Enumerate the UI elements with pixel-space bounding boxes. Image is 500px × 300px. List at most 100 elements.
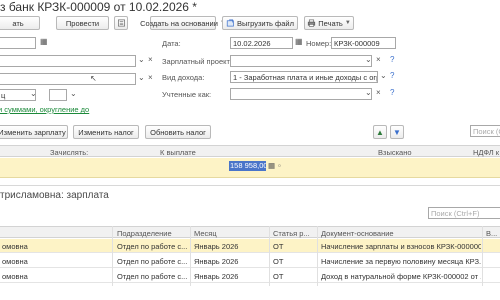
article-cell: ОТ xyxy=(273,242,284,251)
column-header-ndfl[interactable]: НДФЛ к xyxy=(473,148,499,157)
chevron-down-icon[interactable]: ⌄ xyxy=(138,73,145,83)
help-icon[interactable]: ? xyxy=(390,71,394,80)
article-cell: ОТ xyxy=(273,257,284,266)
date-field[interactable]: 10.02.2026 xyxy=(230,37,293,49)
export-file-button[interactable]: Выгрузить файл xyxy=(222,16,298,30)
update-tax-button[interactable]: Обновить налог xyxy=(145,125,211,139)
counted-as-field[interactable] xyxy=(230,88,372,100)
column-header-month[interactable]: Месяц xyxy=(194,229,217,238)
employee-cell: омовна xyxy=(2,242,28,251)
post-label: Провести xyxy=(65,18,100,28)
column-header-to-pay[interactable]: К выплате xyxy=(160,148,196,157)
table-row[interactable]: омовна Отдел по работе с... Январь 2026 … xyxy=(0,239,500,253)
department-cell: Отдел по работе с... xyxy=(117,272,188,281)
calculator-icon[interactable]: ▦ xyxy=(268,161,275,171)
chevron-down-icon[interactable]: ⌄ xyxy=(365,88,372,98)
clear-icon[interactable]: × xyxy=(376,88,381,98)
change-salary-label: Изменить зарплату xyxy=(0,127,66,137)
column-divider xyxy=(482,226,483,286)
month-cell: Январь 2026 xyxy=(194,257,239,266)
change-salary-button[interactable]: Изменить зарплату xyxy=(0,125,68,139)
department-cell: Отдел по работе с... xyxy=(117,242,188,251)
printer-icon xyxy=(308,19,316,27)
main-table-header: Зачислять: К выплате Взыскано НДФЛ к xyxy=(0,145,500,157)
details-table-header: Подразделение Месяц Статья р... Документ… xyxy=(0,226,500,238)
income-type-label: Вид дохода: xyxy=(162,73,205,82)
income-type-field[interactable]: 1 - Заработная плата и иные доходы с огр… xyxy=(230,71,378,83)
table-row[interactable]: омовна Отдел по работе с... Январь 2026 … xyxy=(0,269,500,283)
date-label: Дата: xyxy=(162,39,181,48)
clear-icon[interactable]: × xyxy=(148,73,153,83)
document-cell: Доход в натуральной форме КРЗК-000002 от… xyxy=(321,272,481,281)
open-icon[interactable]: ▫ xyxy=(278,161,281,171)
change-tax-button[interactable]: Изменить налог xyxy=(73,125,139,139)
column-header-collected[interactable]: Взыскано xyxy=(378,148,412,157)
bank-account-field[interactable] xyxy=(0,55,136,67)
move-down-button[interactable]: ▼ xyxy=(390,125,404,139)
number-field[interactable]: КРЗК-000009 xyxy=(331,37,396,49)
column-header-department[interactable]: Подразделение xyxy=(117,229,172,238)
salary-project-field[interactable] xyxy=(230,55,372,67)
column-divider xyxy=(269,226,270,286)
clear-icon[interactable]: × xyxy=(376,55,381,65)
column-divider xyxy=(112,226,113,286)
month-cell: Январь 2026 xyxy=(194,272,239,281)
arrow-down-icon: ▼ xyxy=(393,127,401,137)
rounding-field[interactable] xyxy=(49,89,67,101)
details-search-placeholder: Поиск (Ctrl+F) xyxy=(431,208,480,218)
create-based-on-button[interactable]: Создать на основании ▼ xyxy=(140,16,226,30)
chevron-down-icon[interactable]: ⌄ xyxy=(30,89,37,99)
create-based-on-label: Создать на основании xyxy=(140,18,218,28)
period-value: ц xyxy=(1,90,6,100)
column-header-v[interactable]: В... xyxy=(486,229,497,238)
clear-icon[interactable]: × xyxy=(148,55,153,65)
department-cell: Отдел по работе с... xyxy=(117,257,188,266)
month-cell: Январь 2026 xyxy=(194,242,239,251)
main-table-row[interactable]: 158 958,00 ▦ ▫ xyxy=(0,158,500,178)
chevron-down-icon[interactable]: ⌄ xyxy=(380,71,387,81)
help-icon[interactable]: ? xyxy=(390,55,394,64)
move-up-button[interactable]: ▲ xyxy=(373,125,387,139)
rounding-link[interactable]: и суммами, округление до xyxy=(0,105,89,114)
document-journal-button[interactable] xyxy=(114,16,128,30)
post-and-close-button[interactable]: ать xyxy=(0,16,40,30)
change-tax-label: Изменить налог xyxy=(78,127,134,137)
list-search-input[interactable]: Поиск (Ctrl xyxy=(470,125,500,137)
column-divider xyxy=(317,226,318,286)
details-search-input[interactable]: Поиск (Ctrl+F) xyxy=(428,207,500,219)
column-header-article[interactable]: Статья р... xyxy=(273,229,310,238)
number-value: КРЗК-000009 xyxy=(334,38,380,48)
print-button[interactable]: Печать ▼ xyxy=(304,16,354,30)
document-icon xyxy=(117,19,125,27)
number-label: Номер: xyxy=(306,39,332,48)
mouse-cursor-icon: ↖ xyxy=(90,74,97,83)
organization-field[interactable] xyxy=(0,37,36,49)
post-button[interactable]: Провести xyxy=(56,16,109,30)
chevron-down-icon[interactable]: ⌄ xyxy=(70,89,77,99)
chevron-down-icon: ▼ xyxy=(344,20,351,26)
post-and-close-label: ать xyxy=(12,18,24,28)
document-cell: Начисление зарплаты и взносов КРЗК-00000… xyxy=(321,242,481,251)
column-header-credit[interactable]: Зачислять: xyxy=(50,148,88,157)
list-search-placeholder: Поиск (Ctrl xyxy=(473,126,500,136)
calendar-icon[interactable]: ▦ xyxy=(40,37,48,47)
chevron-down-icon[interactable]: ⌄ xyxy=(365,55,372,65)
document-cell: Начисление за первую половину месяца КРЗ… xyxy=(321,257,481,266)
export-file-label: Выгрузить файл xyxy=(237,18,294,28)
to-pay-value[interactable]: 158 958,00 xyxy=(229,161,266,171)
table-row[interactable]: омовна Отдел по работе с... Январь 2026 … xyxy=(0,254,500,268)
chevron-down-icon[interactable]: ⌄ xyxy=(138,55,145,65)
section-divider xyxy=(0,185,500,186)
export-icon xyxy=(226,19,234,27)
salary-project-label: Зарплатный проект: xyxy=(162,57,233,66)
employee-cell: омовна xyxy=(2,272,28,281)
window-title: з банк КРЗК-000009 от 10.02.2026 * xyxy=(0,0,197,14)
column-header-source-document[interactable]: Документ-основание xyxy=(321,229,394,238)
arrow-up-icon: ▲ xyxy=(376,127,384,137)
update-tax-label: Обновить налог xyxy=(150,127,206,137)
help-icon[interactable]: ? xyxy=(390,88,394,97)
responsible-field[interactable] xyxy=(0,73,136,85)
calendar-icon[interactable]: ▦ xyxy=(295,37,303,47)
column-divider xyxy=(190,226,191,286)
article-cell: ОТ xyxy=(273,272,284,281)
